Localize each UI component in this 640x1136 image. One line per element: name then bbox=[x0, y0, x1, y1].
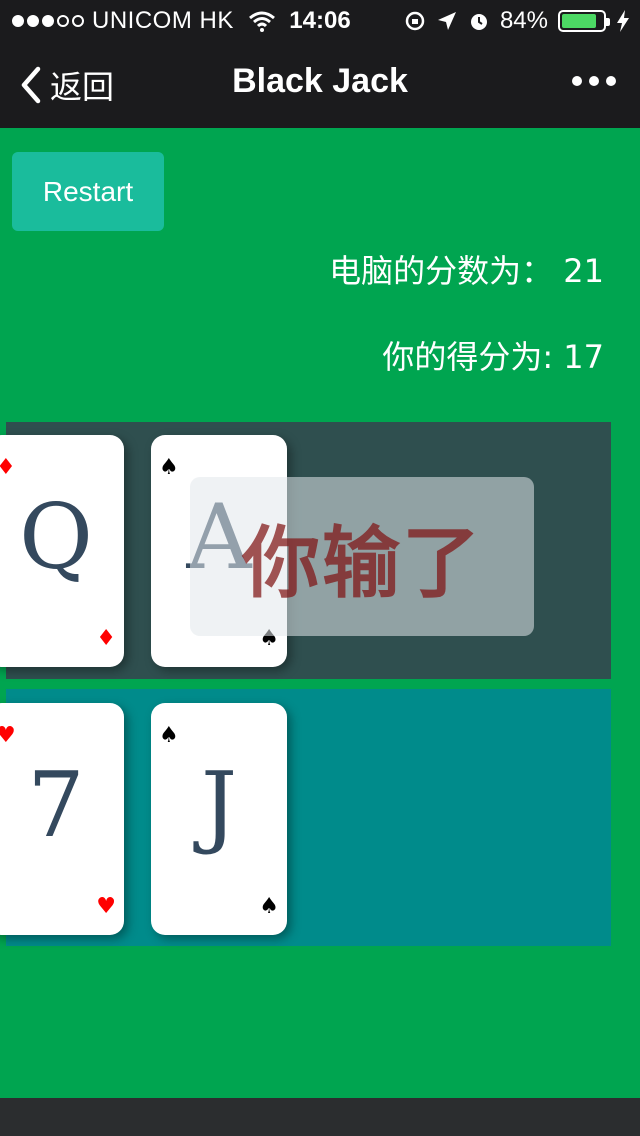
player-card-2-suit-bottom: ♠ bbox=[259, 894, 279, 919]
computer-score-label: 电脑的分数为： bbox=[329, 252, 554, 290]
player-card-2: ♠ J ♠ bbox=[151, 703, 287, 935]
player-score-line: 你的得分为: 17 bbox=[382, 332, 604, 378]
status-bar: UNICOM HK 14:06 84% bbox=[0, 0, 640, 40]
player-card-1-rank: 7 bbox=[27, 753, 85, 858]
player-card-2-suit-top: ♠ bbox=[159, 723, 179, 748]
location-arrow-icon bbox=[437, 12, 456, 30]
restart-button[interactable]: Restart bbox=[12, 152, 164, 231]
player-score-label: 你的得分为: bbox=[382, 338, 554, 376]
player-card-2-rank: J bbox=[200, 753, 238, 858]
nav-bar: 返回 Black Jack bbox=[0, 40, 640, 128]
more-options-icon[interactable] bbox=[572, 76, 616, 86]
player-card-1: ♥ 7 ♥ bbox=[0, 703, 124, 935]
page-title: Black Jack bbox=[232, 62, 408, 100]
result-overlay: 你输了 bbox=[190, 477, 534, 636]
alarm-icon bbox=[470, 14, 487, 30]
dealer-card-2-suit-top: ♠ bbox=[159, 455, 179, 480]
computer-score-line: 电脑的分数为： 21 bbox=[329, 246, 604, 292]
charging-bolt-icon bbox=[617, 10, 629, 32]
player-score-value: 17 bbox=[563, 338, 604, 376]
orientation-lock-icon bbox=[405, 11, 425, 31]
dealer-card-1: ♦ Q ♦ bbox=[0, 435, 124, 667]
battery-percent: 84% bbox=[499, 7, 548, 34]
dealer-card-1-suit-bottom: ♦ bbox=[96, 626, 116, 651]
status-right: 84% bbox=[404, 7, 630, 35]
dealer-card-1-rank: Q bbox=[19, 485, 93, 590]
player-card-1-suit-bottom: ♥ bbox=[96, 894, 116, 919]
battery-icon bbox=[558, 10, 610, 32]
result-text: 你输了 bbox=[241, 518, 482, 609]
computer-score-value: 21 bbox=[563, 252, 604, 290]
dealer-card-1-suit-top: ♦ bbox=[0, 455, 16, 480]
player-card-1-suit-top: ♥ bbox=[0, 723, 16, 748]
bottom-bar bbox=[0, 1098, 640, 1136]
battery-fill bbox=[562, 14, 596, 28]
